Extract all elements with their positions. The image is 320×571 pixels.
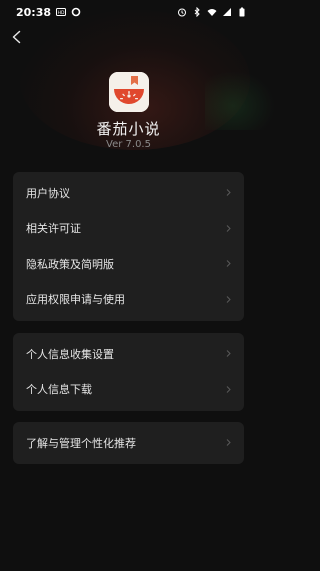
chevron-right-icon [226,295,231,303]
circle-notification-icon [71,7,81,17]
menu-item-licenses[interactable]: 相关许可证 [13,211,244,247]
chevron-right-icon [226,260,231,268]
menu-item-label: 个人信息下载 [26,383,92,397]
status-bar: 20:38 HD [0,0,257,24]
back-icon[interactable] [9,29,25,45]
menu-item-label: 个人信息收集设置 [26,347,114,361]
signal-icon [223,8,231,16]
chevron-right-icon [226,350,231,358]
wifi-icon [207,9,217,16]
chevron-right-icon [226,189,231,197]
legal-group: 用户协议 相关许可证 隐私政策及简明版 应用权限申请与使用 [13,172,244,321]
menu-item-privacy-policy[interactable]: 隐私政策及简明版 [13,246,244,282]
menu-item-info-collection-settings[interactable]: 个人信息收集设置 [13,336,244,372]
recommendation-group: 了解与管理个性化推荐 [13,422,244,464]
battery-icon [239,7,245,17]
menu-item-label: 了解与管理个性化推荐 [26,436,136,450]
alarm-icon [178,8,186,17]
menu-item-personalized-recommendation[interactable]: 了解与管理个性化推荐 [13,425,244,461]
status-time: 20:38 [16,5,52,19]
chevron-right-icon [226,385,231,393]
app-name: 番茄小说 [96,120,161,138]
menu-item-label: 用户协议 [26,186,70,200]
svg-text:HD: HD [58,10,65,16]
personal-info-group: 个人信息收集设置 个人信息下载 [13,333,244,411]
app-logo [109,72,149,112]
menu-item-info-download[interactable]: 个人信息下载 [13,372,244,408]
menu-item-label: 隐私政策及简明版 [26,257,114,271]
hd-icon: HD [56,8,67,16]
menu-item-label: 应用权限申请与使用 [26,293,125,307]
chevron-right-icon [226,439,231,447]
menu-item-app-permissions[interactable]: 应用权限申请与使用 [13,282,244,318]
bluetooth-icon [194,7,200,17]
tomato-book-icon [109,72,149,112]
app-version: Ver 7.0.5 [106,139,151,150]
menu-item-user-agreement[interactable]: 用户协议 [13,175,244,211]
menu-item-label: 相关许可证 [26,222,81,236]
chevron-right-icon [226,224,231,232]
